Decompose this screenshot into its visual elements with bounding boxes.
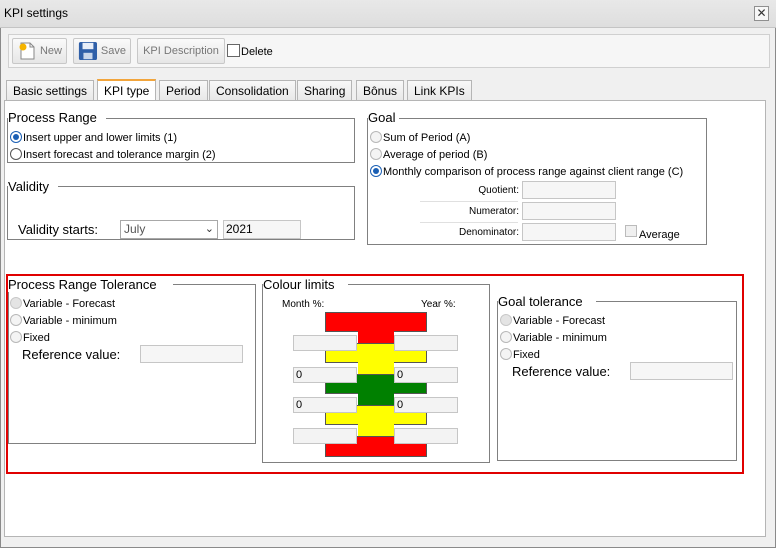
radio-icon — [370, 148, 382, 160]
tab-sharing[interactable]: Sharing — [297, 80, 353, 100]
divider — [420, 201, 518, 202]
new-button-label: New — [39, 45, 62, 57]
title-bar — [0, 0, 776, 28]
gt-option-forecast[interactable]: Variable - Forecast — [500, 314, 605, 327]
prt-option-forecast-label: Variable - Forecast — [23, 298, 116, 310]
tab-kpi-type[interactable]: KPI type — [97, 79, 157, 100]
gt-option-fixed[interactable]: Fixed — [500, 348, 540, 361]
validity-month-value: July — [124, 222, 146, 236]
validity-title: Validity — [8, 179, 49, 194]
goal-option-c-label: Monthly comparison of process range agai… — [383, 166, 684, 178]
denominator-input[interactable] — [522, 223, 616, 241]
radio-icon — [370, 131, 382, 143]
numerator-label: Numerator: — [468, 206, 519, 217]
average-label: Average — [639, 229, 680, 241]
prt-option-forecast[interactable]: Variable - Forecast — [10, 297, 115, 310]
denominator-label: Denominator: — [458, 227, 519, 238]
gt-option-minimum-label: Variable - minimum — [513, 332, 607, 344]
gt-option-forecast-label: Variable - Forecast — [513, 315, 606, 327]
floppy-disk-icon — [78, 41, 98, 61]
divider — [420, 222, 518, 223]
tab-basic-settings[interactable]: Basic settings — [6, 80, 95, 100]
year-limit-1-input[interactable] — [394, 335, 458, 351]
quotient-input[interactable] — [522, 181, 616, 199]
close-icon: ✕ — [756, 6, 767, 20]
tab-bonus[interactable]: Bônus — [356, 80, 405, 100]
delete-checkbox[interactable] — [227, 44, 240, 57]
process-range-option-2[interactable]: Insert forecast and tolerance margin (2) — [10, 148, 216, 161]
numerator-input[interactable] — [522, 202, 616, 220]
month-limit-3-input[interactable]: 0 — [293, 397, 357, 413]
radio-selected-icon — [10, 131, 22, 143]
year-limit-2-input[interactable]: 0 — [394, 367, 458, 383]
year-limit-3-input[interactable]: 0 — [394, 397, 458, 413]
process-range-tolerance-title: Process Range Tolerance — [8, 277, 157, 292]
prt-option-minimum-label: Variable - minimum — [23, 315, 117, 327]
green-stem — [358, 393, 394, 405]
radio-icon — [500, 348, 512, 360]
chevron-down-icon: ⌄ — [204, 223, 214, 235]
month-limit-4-input[interactable] — [293, 428, 357, 444]
save-button[interactable]: Save — [73, 38, 131, 64]
prt-option-minimum[interactable]: Variable - minimum — [10, 314, 117, 327]
tab-period[interactable]: Period — [159, 80, 208, 100]
year-percent-label: Year %: — [421, 299, 456, 310]
radio-disabled-icon — [10, 297, 22, 309]
gt-reference-input[interactable] — [630, 362, 733, 380]
upper-red-zone — [325, 312, 427, 332]
goal-tolerance-title: Goal tolerance — [498, 294, 583, 309]
upper-yellow-stem — [358, 362, 394, 374]
close-button[interactable]: ✕ — [754, 6, 769, 21]
gt-option-minimum[interactable]: Variable - minimum — [500, 331, 607, 344]
window-title: KPI settings — [4, 6, 69, 20]
prt-reference-label: Reference value: — [22, 347, 121, 362]
tab-consolidation[interactable]: Consolidation — [209, 80, 296, 100]
goal-option-b[interactable]: Average of period (B) — [370, 148, 487, 161]
new-button[interactable]: New — [12, 38, 67, 64]
save-button-label: Save — [100, 45, 126, 57]
goal-title: Goal — [368, 110, 396, 125]
radio-icon — [10, 148, 22, 160]
process-range-option-1[interactable]: Insert upper and lower limits (1) — [10, 131, 177, 144]
prt-option-fixed-label: Fixed — [23, 332, 50, 344]
validity-starts-label: Validity starts: — [18, 222, 98, 237]
upper-red-stem — [358, 331, 394, 343]
tab-link-kpis[interactable]: Link KPIs — [407, 80, 472, 100]
kpi-description-label: KPI Description — [143, 45, 219, 57]
process-range-option-1-label: Insert upper and lower limits (1) — [23, 132, 178, 144]
gt-reference-label: Reference value: — [512, 364, 611, 379]
goal-option-c[interactable]: Monthly comparison of process range agai… — [370, 165, 683, 178]
validity-year-input[interactable]: 2021 — [223, 220, 301, 239]
prt-option-fixed[interactable]: Fixed — [10, 331, 50, 344]
colour-limits-title: Colour limits — [263, 277, 335, 292]
radio-icon — [10, 314, 22, 326]
radio-icon — [10, 331, 22, 343]
process-range-option-2-label: Insert forecast and tolerance margin (2) — [23, 149, 216, 161]
month-limit-1-input[interactable] — [293, 335, 357, 351]
year-limit-4-input[interactable] — [394, 428, 458, 444]
month-percent-label: Month %: — [282, 299, 325, 310]
prt-reference-input[interactable] — [140, 345, 243, 363]
goal-option-b-label: Average of period (B) — [383, 149, 488, 161]
goal-option-a[interactable]: Sum of Period (A) — [370, 131, 470, 144]
month-limit-2-input[interactable]: 0 — [293, 367, 357, 383]
quotient-label: Quotient: — [478, 185, 519, 196]
kpi-description-button[interactable]: KPI Description — [137, 38, 225, 64]
lower-yellow-stem — [358, 424, 394, 436]
new-document-icon — [19, 42, 35, 60]
radio-icon — [500, 331, 512, 343]
goal-option-a-label: Sum of Period (A) — [383, 132, 471, 144]
average-checkbox[interactable] — [625, 225, 637, 237]
radio-selected-icon — [370, 165, 382, 177]
gt-option-fixed-label: Fixed — [513, 349, 540, 361]
delete-label: Delete — [241, 46, 273, 58]
radio-disabled-icon — [500, 314, 512, 326]
validity-month-select[interactable]: July ⌄ — [120, 220, 218, 239]
process-range-title: Process Range — [8, 110, 97, 125]
